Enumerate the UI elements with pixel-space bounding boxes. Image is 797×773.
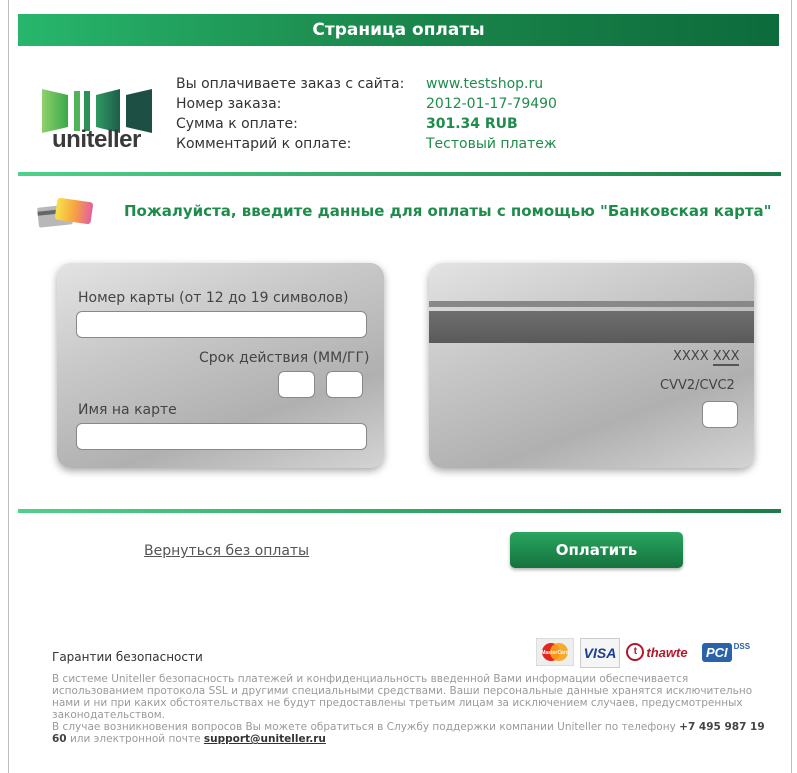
security-title: Гарантии безопасности xyxy=(52,650,203,664)
divider-bottom xyxy=(18,509,781,513)
thawte-t-icon: t xyxy=(626,643,645,661)
order-number-label: Номер заказа: xyxy=(176,96,282,112)
pci-dss-logo-icon: PCI DSS xyxy=(698,638,754,666)
visa-logo-icon: VISA xyxy=(580,638,620,668)
comment-value: Тестовый платеж xyxy=(426,136,557,152)
payment-prompt: Пожалуйста, введите данные для оплаты с … xyxy=(124,202,772,220)
mastercard-text: MasterCard xyxy=(541,650,569,656)
mastercard-logo-icon: MasterCard xyxy=(536,638,574,666)
support-email-link[interactable]: support@uniteller.ru xyxy=(204,733,326,745)
support-text: В случае возникновения вопросов Вы может… xyxy=(52,721,782,745)
magnetic-stripe-edge xyxy=(429,301,754,307)
dss-text: DSS xyxy=(733,641,751,651)
card-front: Номер карты (от 12 до 19 символов) Срок … xyxy=(57,263,384,468)
support-text-before: В случае возникновения вопросов Вы может… xyxy=(52,721,676,733)
cvv-input[interactable] xyxy=(702,401,738,428)
amount-value: 301.34 RUB xyxy=(426,116,518,132)
expiry-month-input[interactable] xyxy=(278,371,315,398)
masked-suffix: XXX xyxy=(712,349,740,366)
expiry-label: Срок действия (ММ/ГГ) xyxy=(199,350,370,366)
card-number-input[interactable] xyxy=(76,311,367,338)
bank-cards-icon xyxy=(37,197,93,228)
logo-text: uniteller xyxy=(52,126,141,153)
support-text-middle: или электронной почте xyxy=(69,733,201,745)
amount-label: Сумма к оплате: xyxy=(176,116,298,132)
site-label: Вы оплачиваете заказ с сайта: xyxy=(176,76,405,92)
comment-label: Комментарий к оплате: xyxy=(176,136,352,152)
cardholder-name-input[interactable] xyxy=(76,423,367,450)
return-without-payment-link[interactable]: Вернуться без оплаты xyxy=(144,543,309,559)
page-title: Страница оплаты xyxy=(312,20,485,40)
expiry-year-input[interactable] xyxy=(326,371,363,398)
card-number-label: Номер карты (от 12 до 19 символов) xyxy=(78,290,349,306)
cardholder-name-label: Имя на карте xyxy=(78,402,177,418)
visa-text: VISA xyxy=(583,645,617,661)
magnetic-stripe xyxy=(429,311,754,343)
pay-button[interactable]: Оплатить xyxy=(510,532,683,568)
divider-top xyxy=(18,172,781,176)
card-back: XXXX XXX CVV2/CVC2 xyxy=(429,263,754,468)
order-number-value: 2012-01-17-79490 xyxy=(426,96,557,112)
thawte-logo-icon: t thawte xyxy=(622,638,692,666)
pay-button-label: Оплатить xyxy=(555,541,638,559)
security-text: В системе Uniteller безопасность платеже… xyxy=(52,673,753,721)
pci-text: PCI xyxy=(701,642,732,662)
cvv-label: CVV2/CVC2 xyxy=(660,378,735,393)
masked-number: XXXX XXX xyxy=(673,349,740,366)
thawte-text: thawte xyxy=(646,644,688,660)
page-header: Страница оплаты xyxy=(18,14,779,46)
site-value: www.testshop.ru xyxy=(426,76,544,92)
masked-prefix: XXXX xyxy=(673,349,709,364)
